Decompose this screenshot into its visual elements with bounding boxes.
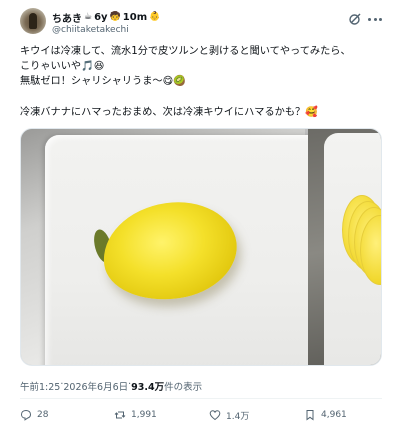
like-count: 1.4万 <box>226 411 250 422</box>
post-line: 無駄ゼロ！シャリシャリうま〜😋🥝 <box>20 76 186 87</box>
grok-icon[interactable] <box>348 12 362 26</box>
like-button[interactable]: 1.4万 <box>209 407 249 423</box>
post-text: キウイは冷凍して、流水1分で皮ツルンと剥けると聞いてやってみたら、 こりゃいいや… <box>20 44 390 120</box>
reply-button[interactable]: 28 <box>20 407 48 423</box>
bookmark-count: 4,961 <box>321 410 347 420</box>
badge-6y: 6y <box>94 11 108 23</box>
post-line: キウイは冷凍して、流水1分で皮ツルンと剥けると聞いてやってみたら、 <box>20 46 351 57</box>
bookmark-button[interactable]: 4,961 <box>304 407 347 423</box>
reply-icon <box>20 409 32 421</box>
view-suffix: 件の表示 <box>164 382 203 393</box>
post-meta: 午前1:25 · 2026年6月6日 · 93.4万 件の表示 <box>20 379 203 393</box>
post-card: ちあき ☕ 6y 🧒 10m 👶 @chiitaketakechi キウイは冷凍… <box>0 0 400 430</box>
author-handle[interactable]: @chiitaketakechi <box>52 25 129 35</box>
author-name[interactable]: ちあき <box>52 10 82 25</box>
photo-frozen-kiwi[interactable] <box>21 129 315 365</box>
badge-child: 🧒 <box>109 12 121 22</box>
badge-baby: 👶 <box>149 12 161 22</box>
bookmark-icon <box>306 410 314 421</box>
repost-count: 1,991 <box>131 410 157 420</box>
avatar[interactable] <box>20 8 46 34</box>
more-icon[interactable] <box>368 12 382 26</box>
reply-count: 28 <box>37 410 49 420</box>
repost-icon <box>114 411 126 419</box>
badge-coffee: ☕ <box>84 12 93 22</box>
author-name-row[interactable]: ちあき ☕ 6y 🧒 10m 👶 <box>52 10 161 25</box>
post-time[interactable]: 午前1:25 <box>20 379 60 393</box>
post-date[interactable]: 2026年6月6日 <box>63 379 128 393</box>
like-icon <box>209 410 221 421</box>
action-bar: 28 1,991 1.4万 4,961 <box>20 407 382 423</box>
repost-button[interactable]: 1,991 <box>114 407 157 423</box>
photo-kiwi-slices[interactable] <box>308 129 381 365</box>
badge-10m: 10m <box>122 11 148 23</box>
divider <box>20 398 382 399</box>
post-line: こりゃいいや🎵😆 <box>20 61 105 72</box>
view-count: 93.4万 <box>131 382 165 393</box>
post-line: 冷凍バナナにハマったおまめ、次は冷凍キウイにハマるかも？🥰 <box>20 107 318 118</box>
media-gallery[interactable] <box>20 128 382 366</box>
